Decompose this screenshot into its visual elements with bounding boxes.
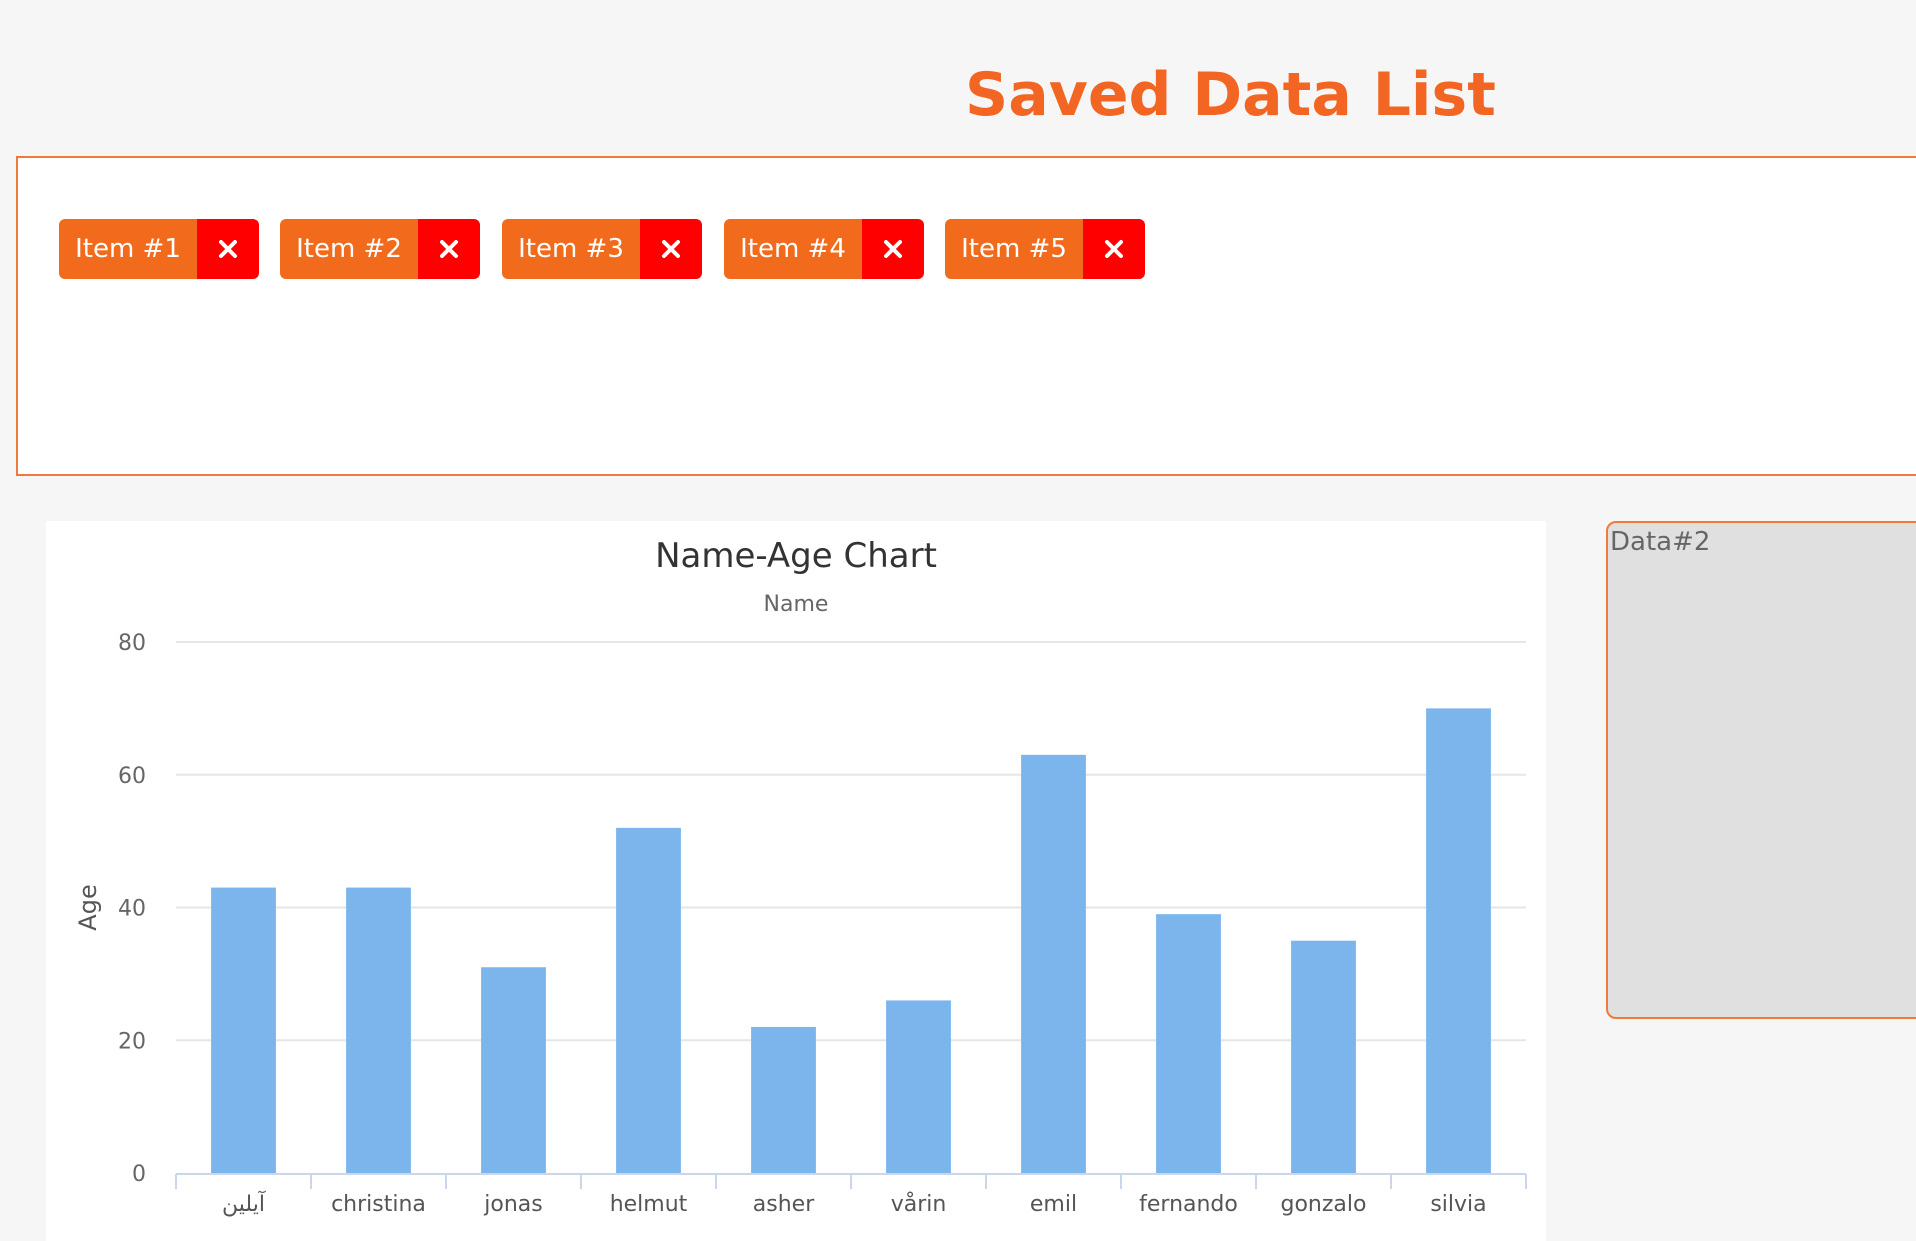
close-icon[interactable] [661, 239, 681, 259]
remove-item-button[interactable] [1083, 219, 1145, 279]
remove-item-button[interactable] [640, 219, 702, 279]
saved-item-label[interactable]: Item #5 [945, 219, 1083, 279]
remove-item-button[interactable] [862, 219, 924, 279]
chart-svg: Name-Age Chart Name 0 20 40 60 80 Age آیلین chris… [74, 536, 1527, 1217]
x-category-label: asher [753, 1192, 815, 1217]
bar [1021, 754, 1086, 1173]
saved-item-label[interactable]: Item #2 [280, 219, 418, 279]
x-category-label: آیلین [222, 1190, 266, 1217]
x-category-label: gonzalo [1281, 1192, 1367, 1217]
data-2-panel-title: Data#2 [1610, 527, 1711, 557]
y-tick-label: 60 [118, 764, 146, 789]
saved-item-chip[interactable]: Item #1 [59, 219, 259, 279]
saved-item-label[interactable]: Item #3 [502, 219, 640, 279]
chart-subtitle: Name [764, 592, 829, 617]
y-axis-label: Age [74, 884, 102, 930]
y-tick-label: 40 [118, 897, 146, 922]
bar [211, 887, 276, 1173]
remove-item-button[interactable] [418, 219, 480, 279]
x-category-label: emil [1030, 1192, 1077, 1217]
close-icon[interactable] [218, 239, 238, 259]
chart-title: Name-Age Chart [655, 536, 937, 576]
x-category-label: fernando [1139, 1192, 1238, 1217]
bar [1291, 940, 1356, 1173]
bar [616, 827, 681, 1173]
x-category-label: silvia [1430, 1192, 1486, 1217]
y-tick-label: 20 [118, 1029, 146, 1054]
saved-item-label[interactable]: Item #1 [59, 219, 197, 279]
y-tick-label: 80 [118, 631, 146, 656]
close-icon[interactable] [883, 239, 903, 259]
data-2-panel: Data#2 [1606, 521, 1916, 1019]
saved-data-list-panel: Item #1 Item #2 Item #3 Item #4 Item #5 [16, 156, 1916, 476]
y-tick-label: 0 [132, 1162, 146, 1187]
page-title: Saved Data List [965, 60, 1496, 130]
bar [1426, 708, 1491, 1173]
saved-item-chip[interactable]: Item #4 [724, 219, 924, 279]
bar [886, 1000, 951, 1173]
remove-item-button[interactable] [197, 219, 259, 279]
saved-item-chip[interactable]: Item #3 [502, 219, 702, 279]
x-category-label: christina [331, 1192, 426, 1217]
x-category-label: jonas [483, 1192, 542, 1217]
bar [751, 1026, 816, 1173]
x-category-label: vårin [891, 1191, 947, 1217]
saved-item-chip[interactable]: Item #5 [945, 219, 1145, 279]
name-age-chart: Name-Age Chart Name 0 20 40 60 80 Age آیلین chris… [46, 521, 1546, 1241]
bar [1156, 914, 1221, 1173]
close-icon[interactable] [1104, 239, 1124, 259]
close-icon[interactable] [439, 239, 459, 259]
bar [481, 967, 546, 1173]
x-category-label: helmut [610, 1192, 688, 1217]
saved-item-chip[interactable]: Item #2 [280, 219, 480, 279]
bar [346, 887, 411, 1173]
saved-item-label[interactable]: Item #4 [724, 219, 862, 279]
